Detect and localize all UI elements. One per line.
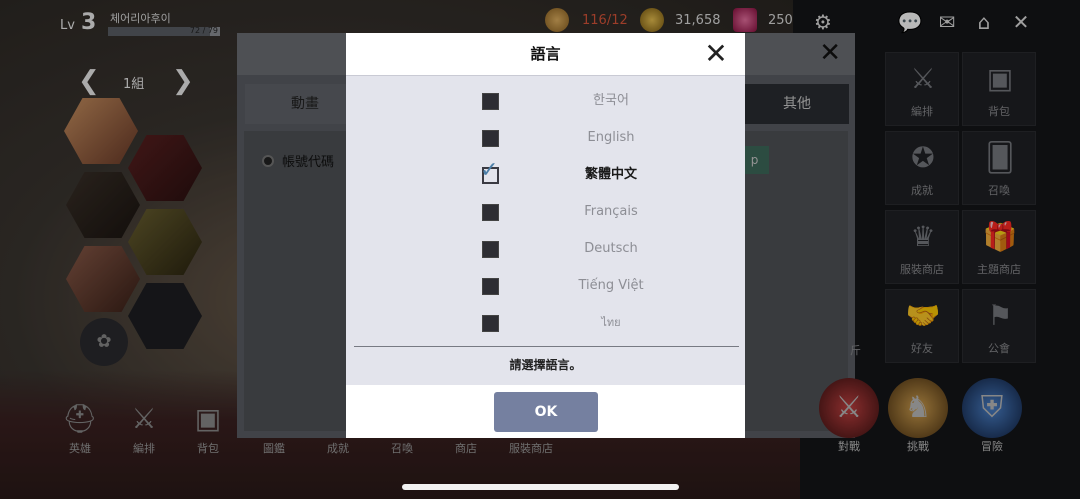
checkbox[interactable] [482, 241, 499, 258]
home-indicator[interactable] [402, 484, 679, 490]
language-option-korean[interactable]: 한국어 [346, 86, 745, 116]
checkbox[interactable] [482, 278, 499, 295]
language-name: Deutsch [584, 241, 638, 256]
language-name: ไทย [601, 316, 621, 329]
dialog-close-icon[interactable]: ✕ [701, 37, 731, 71]
checkbox[interactable] [482, 130, 499, 147]
language-option-english[interactable]: English [346, 123, 745, 153]
select-language-prompt: 請選擇語言。 [509, 358, 582, 372]
language-name: English [587, 130, 635, 145]
checkmark-icon: ✓ [480, 158, 499, 183]
language-name: 繁體中文 [584, 167, 637, 182]
language-name: Français [584, 204, 638, 219]
checkbox[interactable] [482, 93, 499, 110]
dialog-title: 語言 [530, 45, 561, 63]
language-name: 한국어 [593, 93, 629, 108]
language-option-german[interactable]: Deutsch [346, 234, 745, 264]
language-option-vietnamese[interactable]: Tiếng Việt [346, 271, 745, 301]
divider [354, 346, 739, 347]
language-dialog: 語言 ✕ 한국어 English ✓ 繁體中文 Français Deutsch… [346, 33, 745, 438]
ok-button[interactable]: OK [494, 392, 598, 432]
language-option-french[interactable]: Français [346, 197, 745, 227]
checkbox[interactable] [482, 204, 499, 221]
language-name: Tiếng Việt [578, 278, 644, 293]
language-option-thai[interactable]: ไทย [346, 308, 745, 338]
language-list: 한국어 English ✓ 繁體中文 Français Deutsch Tiến… [346, 75, 745, 385]
language-option-traditional-chinese[interactable]: ✓ 繁體中文 [346, 158, 745, 190]
checkbox[interactable] [482, 315, 499, 332]
